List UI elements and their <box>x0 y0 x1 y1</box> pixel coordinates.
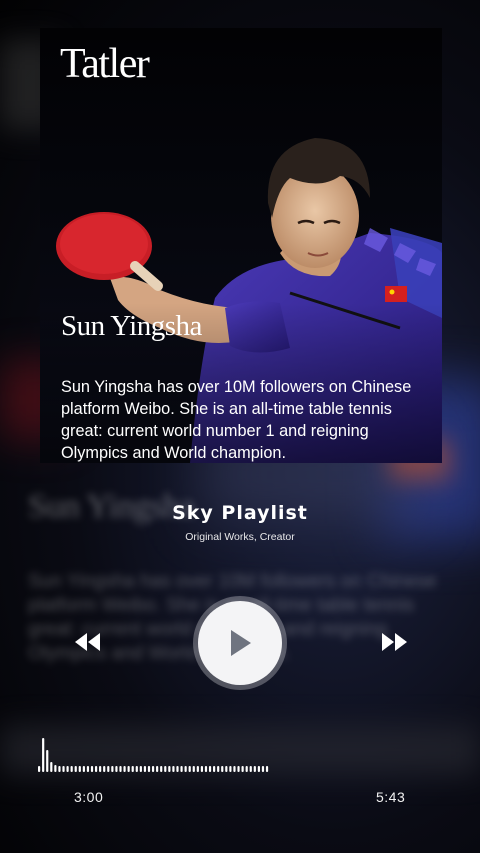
waveform-bar <box>38 766 41 772</box>
fast-forward-button[interactable] <box>379 630 409 654</box>
waveform-bar <box>94 766 98 772</box>
play-button[interactable] <box>193 596 287 690</box>
waveform-bar <box>66 766 69 772</box>
waveform-bar <box>245 766 248 772</box>
waveform-bar <box>168 766 171 772</box>
rewind-icon <box>75 633 100 651</box>
waveform-bar <box>54 765 57 772</box>
waveform-bar <box>200 766 204 772</box>
waveform-bar <box>135 766 138 772</box>
waveform-bar <box>184 766 187 772</box>
total-time: 5:43 <box>376 789 406 805</box>
waveform-bar <box>82 766 85 772</box>
brand-logo: Tatler <box>60 41 150 87</box>
waveform-bar <box>156 766 159 772</box>
track-title: Sky Playlist <box>172 502 308 524</box>
waveform-bar <box>123 766 126 772</box>
waveform-bar <box>221 766 224 772</box>
waveform-bar <box>172 766 175 772</box>
rewind-button[interactable] <box>73 630 103 654</box>
waveform-bar <box>241 766 244 772</box>
waveform-bar <box>237 766 240 772</box>
waveform-bar <box>131 766 134 772</box>
waveform-bar <box>115 766 118 772</box>
waveform-bar <box>213 766 216 772</box>
article-headline: Sun Yingsha <box>61 310 202 342</box>
waveform-bar <box>217 766 220 772</box>
waveform-bar <box>253 766 256 772</box>
waveform-bar <box>86 766 90 772</box>
waveform-bar <box>119 766 122 772</box>
waveform-bar <box>192 766 195 772</box>
waveform-bar <box>78 766 81 772</box>
waveform-bar <box>249 766 252 772</box>
track-subtitle: Original Works, Creator <box>185 531 295 543</box>
waveform-bar <box>103 766 106 772</box>
waveform-bar <box>46 750 49 772</box>
current-time: 3:00 <box>74 789 104 805</box>
waveform-bar <box>143 766 147 772</box>
audio-waveform-scrubber[interactable] <box>38 736 270 774</box>
fast-forward-icon <box>382 633 407 651</box>
waveform-bar <box>99 766 102 772</box>
article-description: Sun Yingsha has over 10M followers on Ch… <box>61 378 412 462</box>
waveform-bar <box>196 766 199 772</box>
waveform-bar <box>58 766 61 772</box>
waveform-bar <box>257 766 260 772</box>
waveform-bar <box>188 766 191 772</box>
waveform-bar <box>164 766 167 772</box>
waveform-bar <box>180 766 183 772</box>
waveform-bar <box>42 738 45 772</box>
waveform-bar <box>90 766 94 772</box>
waveform-bar <box>204 766 208 772</box>
waveform-bar <box>74 766 77 772</box>
waveform-bar <box>265 766 269 772</box>
cover-art-card: Tatler Sun Yingsha Sun Yingsha has over … <box>40 28 442 463</box>
waveform-bar <box>229 766 232 772</box>
waveform-bar <box>176 766 179 772</box>
waveform-bar <box>107 766 110 772</box>
waveform-bar <box>225 766 228 772</box>
play-icon <box>231 630 251 656</box>
waveform-bar <box>147 766 151 772</box>
waveform-bar <box>233 766 236 772</box>
waveform-bar <box>127 766 130 772</box>
waveform-bar <box>151 766 155 772</box>
waveform-bar <box>70 766 73 772</box>
waveform-bar <box>160 766 163 772</box>
waveform-bar <box>111 766 114 772</box>
waveform-bar <box>261 766 265 772</box>
waveform-bar <box>50 762 53 772</box>
waveform-bar <box>208 766 212 772</box>
waveform-bar <box>139 766 142 772</box>
waveform-bar <box>62 766 65 772</box>
